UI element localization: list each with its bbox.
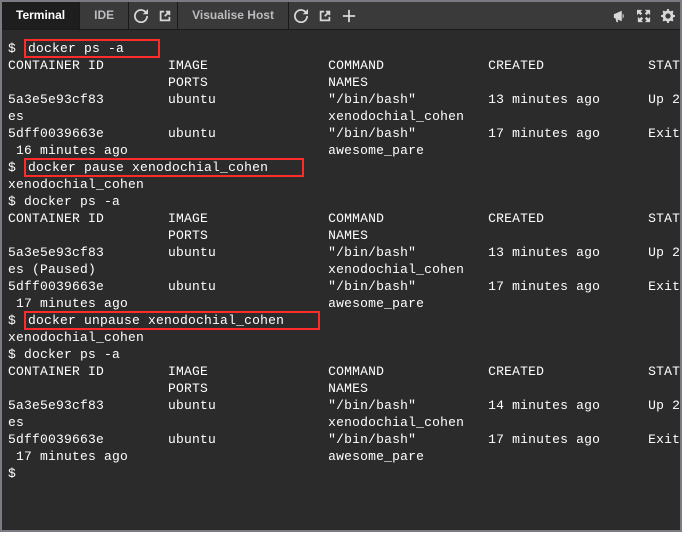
cell: "/bin/bash" <box>328 279 416 294</box>
output: xenodochial_cohen <box>8 177 144 192</box>
hdr-ports: PORTS <box>168 381 208 396</box>
hdr-img: IMAGE <box>168 58 208 73</box>
cell: xenodochial_cohen <box>328 415 464 430</box>
hdr-cre: CREATED <box>488 364 544 379</box>
popout-icon[interactable] <box>153 2 177 29</box>
hdr-names: NAMES <box>328 75 368 90</box>
cell: 5a3e5e93cf83 <box>8 92 104 107</box>
highlight-box: docker ps -a <box>24 39 160 58</box>
hdr-ports: PORTS <box>168 228 208 243</box>
hdr-img: IMAGE <box>168 211 208 226</box>
cell: 13 minutes ago <box>488 92 600 107</box>
tab-ide[interactable]: IDE <box>80 2 128 29</box>
cell: 5dff0039663e <box>8 126 104 141</box>
cell: "/bin/bash" <box>328 398 416 413</box>
hdr-stat: STATUS <box>648 58 680 73</box>
cmd-text: docker ps -a <box>24 347 120 362</box>
cell: Up 2 minut <box>648 92 680 107</box>
cell: 17 minutes ago <box>488 126 600 141</box>
refresh-icon[interactable] <box>129 2 153 29</box>
cell: 17 minutes ago <box>488 432 600 447</box>
prompt: $ <box>8 313 16 328</box>
prompt: $ <box>8 194 16 209</box>
hdr-stat: STATUS <box>648 364 680 379</box>
hdr-cre: CREATED <box>488 58 544 73</box>
hdr-stat: STATUS <box>648 211 680 226</box>
cell: Exited (0) <box>648 126 680 141</box>
hdr-cmd: COMMAND <box>328 211 384 226</box>
cmd-text: docker ps -a <box>24 194 120 209</box>
cell: es (Paused) <box>8 262 96 277</box>
cell: xenodochial_cohen <box>328 109 464 124</box>
cell: xenodochial_cohen <box>328 262 464 277</box>
highlight-box: docker pause xenodochial_cohen <box>24 158 304 177</box>
hdr-cmd: COMMAND <box>328 364 384 379</box>
cell: es <box>8 415 24 430</box>
cell: awesome_pare <box>328 449 424 464</box>
cell: awesome_pare <box>328 143 424 158</box>
tab-visualise[interactable]: Visualise Host <box>178 2 288 29</box>
cell: ubuntu <box>168 92 216 107</box>
cell: 17 minutes ago <box>8 449 128 464</box>
hdr-names: NAMES <box>328 228 368 243</box>
cell: "/bin/bash" <box>328 92 416 107</box>
prompt: $ <box>8 466 16 481</box>
popout-icon[interactable] <box>313 2 337 29</box>
terminal-output[interactable]: $ docker ps -a CONTAINER ID IMAGE COMMAN… <box>2 30 680 486</box>
cell: ubuntu <box>168 432 216 447</box>
cell: ubuntu <box>168 126 216 141</box>
cell: 13 minutes ago <box>488 245 600 260</box>
hdr-cid: CONTAINER ID <box>8 58 104 73</box>
cell: ubuntu <box>168 245 216 260</box>
cell: 5a3e5e93cf83 <box>8 245 104 260</box>
cell: Up 2 minut <box>648 398 680 413</box>
hdr-cid: CONTAINER ID <box>8 211 104 226</box>
cmd-text: docker ps -a <box>28 41 124 56</box>
cell: 5dff0039663e <box>8 432 104 447</box>
refresh-icon[interactable] <box>289 2 313 29</box>
cell: 5a3e5e93cf83 <box>8 398 104 413</box>
prompt: $ <box>8 41 16 56</box>
cell: "/bin/bash" <box>328 126 416 141</box>
fullscreen-icon[interactable] <box>632 2 656 29</box>
cell: awesome_pare <box>328 296 424 311</box>
cell: 14 minutes ago <box>488 398 600 413</box>
cell: "/bin/bash" <box>328 432 416 447</box>
tab-bar: Terminal IDE Visualise Host <box>2 2 680 30</box>
cell: 16 minutes ago <box>8 143 128 158</box>
megaphone-icon[interactable] <box>608 2 632 29</box>
hdr-cre: CREATED <box>488 211 544 226</box>
app-frame: Terminal IDE Visualise Host $ docker ps … <box>0 0 682 532</box>
cell: Exited (0) <box>648 279 680 294</box>
hdr-ports: PORTS <box>168 75 208 90</box>
cell: Exited (0) <box>648 432 680 447</box>
output: xenodochial_cohen <box>8 330 144 345</box>
cell: ubuntu <box>168 279 216 294</box>
cell: 5dff0039663e <box>8 279 104 294</box>
hdr-names: NAMES <box>328 381 368 396</box>
hdr-img: IMAGE <box>168 364 208 379</box>
cell: 17 minutes ago <box>8 296 128 311</box>
spacer <box>361 2 608 29</box>
cell: "/bin/bash" <box>328 245 416 260</box>
plus-icon[interactable] <box>337 2 361 29</box>
gear-icon[interactable] <box>656 2 680 29</box>
prompt: $ <box>8 347 16 362</box>
cell: 17 minutes ago <box>488 279 600 294</box>
cmd-text: docker unpause xenodochial_cohen <box>28 313 284 328</box>
hdr-cmd: COMMAND <box>328 58 384 73</box>
cell: Up 2 minut <box>648 245 680 260</box>
tab-terminal[interactable]: Terminal <box>2 2 79 29</box>
hdr-cid: CONTAINER ID <box>8 364 104 379</box>
cmd-text: docker pause xenodochial_cohen <box>28 160 268 175</box>
cell: ubuntu <box>168 398 216 413</box>
prompt: $ <box>8 160 16 175</box>
highlight-box: docker unpause xenodochial_cohen <box>24 311 320 330</box>
cell: es <box>8 109 24 124</box>
